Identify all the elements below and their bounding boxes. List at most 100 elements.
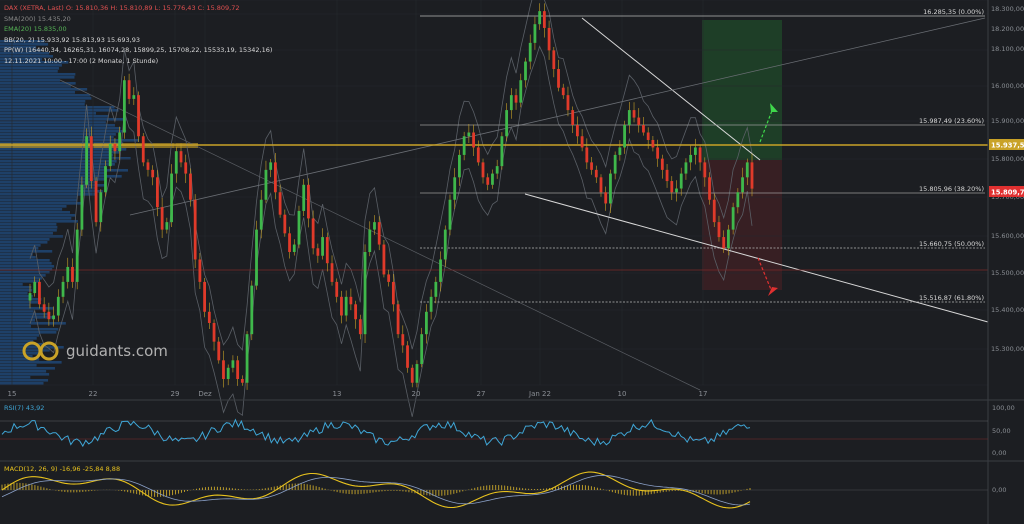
candle-body (137, 95, 140, 137)
candle-body (406, 345, 409, 368)
candle-body (146, 162, 150, 170)
candle-body (226, 367, 230, 379)
candle-body (354, 304, 358, 320)
volume-profile-bar (0, 115, 109, 118)
candle-body (61, 281, 65, 297)
candle-body (156, 177, 159, 208)
candle-body (580, 136, 584, 148)
candle-body (47, 311, 51, 320)
candle-body (358, 319, 362, 335)
candle-body (179, 151, 183, 163)
x-tick-label: Jan 22 (528, 390, 551, 398)
candle-body (85, 136, 89, 185)
volume-profile-bar (0, 106, 115, 109)
candle-body (557, 69, 560, 88)
candle-body (646, 132, 650, 140)
candle-body (193, 199, 197, 260)
price-chart[interactable]: 16.285,35 (0.00%) 15.987,49 (23.60%) 15.80… (0, 0, 1024, 524)
volume-profile-bar (0, 313, 49, 316)
candle-body (104, 166, 107, 193)
x-tick-label: 13 (333, 390, 342, 398)
volume-profile-bar (0, 382, 44, 385)
candle-body (571, 110, 575, 126)
volume-profile-bar (0, 211, 71, 214)
volume-profile-bar (0, 76, 75, 79)
candle-body (28, 293, 32, 301)
legend-sma200: SMA(200) 15.435,20 (4, 14, 71, 23)
candle-body (693, 147, 697, 155)
candle-body (665, 169, 669, 182)
y-tick-label: 18.300,00 (991, 5, 1024, 13)
volume-profile-bar (0, 247, 39, 250)
candle-body (401, 334, 405, 346)
volume-profile-bar (0, 283, 23, 286)
candle-body (240, 378, 244, 383)
candle-body (651, 139, 655, 148)
candle-body (500, 136, 504, 167)
volume-profile-bar (0, 148, 127, 151)
volume-profile-bar (0, 280, 39, 283)
candle-body (292, 244, 296, 253)
candle-body (708, 177, 711, 200)
guidants-logo-icon (22, 341, 59, 361)
rsi-tick-label: 0,00 (992, 449, 1006, 457)
volume-profile-bar (0, 250, 53, 253)
candle-body (741, 177, 744, 193)
candle-body (675, 188, 678, 193)
legend-bb: BB(20, 2) 15.933,92 15.813,93 15.693,93 (4, 35, 140, 44)
candle-body (429, 296, 433, 312)
candle-body (278, 192, 282, 215)
x-tick-label: 20 (412, 390, 421, 398)
volume-profile-bar (0, 259, 50, 262)
volume-profile-bar (0, 334, 40, 337)
candle-body (439, 259, 442, 282)
candle-body (703, 162, 707, 178)
y-tick-label: 15.500,00 (991, 269, 1024, 277)
candle-body (618, 147, 622, 155)
candle-body (89, 136, 93, 182)
volume-profile-bar (0, 205, 67, 208)
volume-profile-bar (0, 223, 57, 226)
candle-body (316, 248, 320, 256)
candle-body (505, 110, 509, 137)
candle-body (288, 233, 291, 253)
volume-profile-bar (0, 208, 63, 211)
candle-body (566, 95, 570, 111)
candle-body (486, 177, 490, 185)
volume-profile-bar (0, 361, 62, 364)
candle-body (344, 296, 348, 316)
volume-profile-bar (0, 139, 139, 142)
candle-body (684, 162, 688, 174)
volume-profile-bar (0, 295, 33, 298)
candle-body (349, 296, 353, 305)
volume-profile-bar (0, 91, 75, 94)
candle-body (132, 95, 136, 99)
candle-body (321, 237, 324, 256)
candle-body (231, 360, 235, 368)
candle-body (538, 11, 542, 25)
candle-body (335, 281, 339, 297)
volume-profile-bar (0, 190, 103, 193)
x-tick-label: Dez (198, 390, 212, 398)
candle-body (377, 222, 381, 245)
x-tick-label: 22 (89, 390, 98, 398)
volume-profile-bar (0, 262, 52, 265)
volume-profile-bar (0, 217, 72, 220)
volume-profile-bar (0, 199, 77, 202)
volume-profile-bar (0, 286, 32, 289)
y-tick-label: 15.300,00 (991, 345, 1024, 353)
candle-body (448, 199, 452, 230)
volume-profile-bar (0, 376, 31, 379)
candle-body (453, 177, 457, 200)
candle-body (325, 237, 329, 264)
volume-profile-bar (0, 100, 86, 103)
candle-body (80, 184, 84, 230)
volume-profile-bar (0, 265, 55, 268)
candle-body (434, 281, 438, 297)
volume-profile-bar (0, 379, 49, 382)
candle-body (255, 229, 258, 286)
candle-body (585, 147, 589, 163)
legend-range: 12.11.2021 10:00 - 17:00 (2 Monate, 1 St… (4, 56, 159, 65)
candle-body (424, 311, 428, 335)
candle-body (727, 229, 730, 249)
